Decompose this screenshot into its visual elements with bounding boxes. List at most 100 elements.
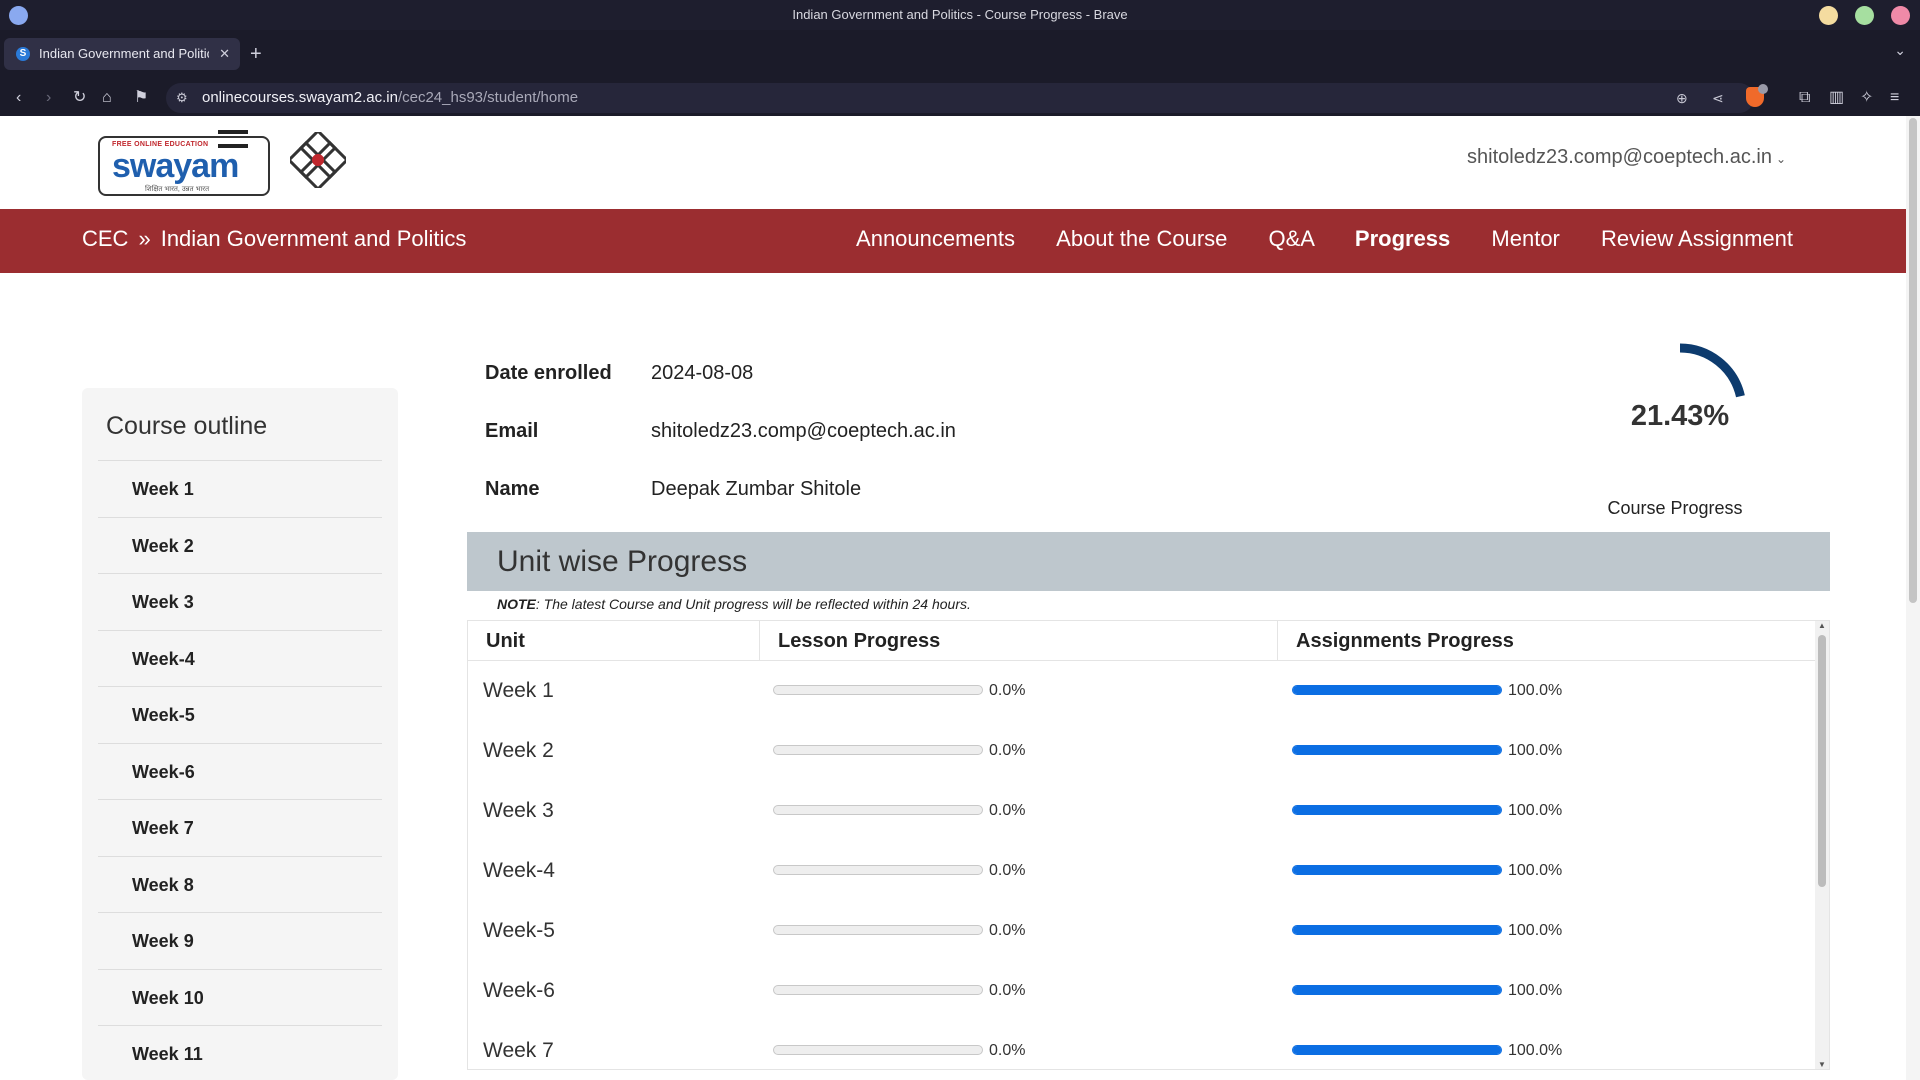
outline-item-week-2[interactable]: Week 2 [98, 516, 382, 574]
breadcrumb-course[interactable]: Indian Government and Politics [161, 226, 467, 251]
lesson-progress-bar [773, 865, 983, 875]
assignment-progress-value: 100.0% [1508, 682, 1563, 699]
leo-ai-icon[interactable]: ✧ [1860, 80, 1873, 116]
date-enrolled-label: Date enrolled [485, 362, 612, 384]
assignment-progress-bar [1292, 1045, 1502, 1055]
nav-qa[interactable]: Q&A [1269, 226, 1314, 251]
email-label: Email [485, 420, 539, 442]
assignment-progress-fill [1293, 866, 1501, 874]
row-unit: Week-4 [483, 859, 555, 882]
assignment-progress-value: 100.0% [1508, 1042, 1563, 1059]
swayam-favicon-icon: S [16, 47, 30, 61]
outline-item-week-6[interactable]: Week-6 [98, 742, 382, 800]
assignment-progress-bar [1292, 985, 1502, 995]
emblem-icon [290, 132, 346, 188]
nav-review-assignment[interactable]: Review Assignment [1601, 226, 1793, 251]
table-scrollbar[interactable]: ▲ ▼ [1815, 621, 1829, 1069]
outline-item-week-8[interactable]: Week 8 [98, 855, 382, 913]
share-icon[interactable]: ⋖ [1712, 83, 1724, 113]
zoom-icon[interactable]: ⊕ [1676, 83, 1688, 113]
page-scrollbar-thumb[interactable] [1909, 118, 1917, 603]
tab-close-icon[interactable]: ✕ [219, 38, 230, 70]
site-info-icon[interactable]: ⚙ [176, 83, 188, 113]
scroll-down-icon[interactable]: ▼ [1818, 1060, 1826, 1069]
assignment-progress-fill [1293, 926, 1501, 934]
new-tab-button[interactable]: + [250, 40, 262, 68]
col-lesson-progress: Lesson Progress [759, 621, 940, 661]
outline-item-week-7[interactable]: Week 7 [98, 799, 382, 856]
row-unit: Week-5 [483, 919, 555, 942]
tab-list-chevron-icon[interactable]: ⌄ [1894, 42, 1906, 59]
row-unit: Week 3 [483, 799, 554, 822]
address-bar[interactable]: ⚙ onlinecourses.swayam2.ac.in/cec24_hs93… [166, 83, 1754, 113]
progress-arc-fill [1679, 343, 1745, 398]
outline-item-week-5[interactable]: Week-5 [98, 686, 382, 743]
lesson-progress-value: 0.0% [989, 1042, 1026, 1059]
row-unit: Week 2 [483, 739, 554, 762]
row-unit: Week 1 [483, 679, 554, 702]
outline-item-week-10[interactable]: Week 10 [98, 968, 382, 1026]
nav-mentor[interactable]: Mentor [1491, 226, 1559, 251]
user-menu[interactable]: shitoledz23.comp@coeptech.ac.in ⌄ [1467, 146, 1786, 169]
assignment-progress-bar [1292, 925, 1502, 935]
lesson-progress-value: 0.0% [989, 742, 1026, 759]
course-progress-gauge: 21.43% Course Progress [1570, 340, 1790, 530]
nav-announcements[interactable]: Announcements [856, 226, 1015, 251]
url-text[interactable]: onlinecourses.swayam2.ac.in/cec24_hs93/s… [202, 83, 578, 113]
home-icon[interactable]: ⌂ [102, 80, 112, 116]
extensions-icon[interactable]: ⧉ [1799, 80, 1810, 116]
assignment-progress-value: 100.0% [1508, 742, 1563, 759]
close-window-button[interactable] [1891, 6, 1910, 25]
bookmark-icon[interactable]: ⚑ [134, 80, 148, 116]
assignment-progress-fill [1293, 1046, 1501, 1054]
logo-tagline: शिक्षित भारत, उन्नत भारत [145, 186, 210, 193]
menu-icon[interactable]: ≡ [1890, 80, 1899, 116]
chevron-down-icon: ⌄ [1775, 152, 1786, 166]
nav-about-course[interactable]: About the Course [1056, 226, 1227, 251]
assignment-progress-bar [1292, 685, 1502, 695]
logo-wordmark: swayam [112, 147, 239, 185]
forward-icon[interactable]: › [46, 80, 51, 116]
maximize-button[interactable] [1855, 6, 1874, 25]
scroll-up-icon[interactable]: ▲ [1818, 621, 1826, 630]
lesson-progress-bar [773, 805, 983, 815]
shields-badge [1758, 84, 1768, 94]
lesson-progress-bar [773, 925, 983, 935]
course-outline-title: Course outline [106, 412, 268, 440]
outline-item-week-4[interactable]: Week-4 [98, 629, 382, 687]
course-outline-list: Week 1 Week 2 Week 3 Week-4 Week-5 Week-… [98, 460, 382, 1080]
outline-item-week-9[interactable]: Week 9 [98, 912, 382, 969]
books-icon [218, 130, 248, 148]
date-enrolled-value: 2024-08-08 [651, 362, 754, 384]
assignment-progress-value: 100.0% [1508, 982, 1563, 999]
assignment-progress-bar [1292, 805, 1502, 815]
outline-item-week-3[interactable]: Week 3 [98, 573, 382, 630]
note-label: NOTE [497, 596, 536, 612]
assignment-progress-fill [1293, 986, 1501, 994]
swayam-logo[interactable]: FREE ONLINE EDUCATION swayam शिक्षित भार… [98, 130, 270, 196]
table-row: Week 3 0.0% 100.0% [468, 781, 1815, 841]
lesson-progress-value: 0.0% [989, 982, 1026, 999]
minimize-button[interactable] [1819, 6, 1838, 25]
assignment-progress-fill [1293, 746, 1501, 754]
reload-icon[interactable]: ↻ [73, 80, 86, 116]
outline-item-week-1[interactable]: Week 1 [98, 460, 382, 517]
outline-item-week-11[interactable]: Week 11 [98, 1025, 382, 1080]
page-scrollbar[interactable] [1906, 116, 1920, 1080]
note-text: : The latest Course and Unit progress wi… [535, 596, 971, 612]
assignment-progress-value: 100.0% [1508, 922, 1563, 939]
nav-progress[interactable]: Progress [1355, 226, 1450, 251]
course-nav-bar: CEC » Indian Government and Politics Annou… [0, 209, 1906, 273]
lesson-progress-bar [773, 745, 983, 755]
unit-progress-title: Unit wise Progress [497, 545, 748, 578]
course-nav-links: Announcements About the Course Q&A Progr… [821, 209, 1793, 269]
back-icon[interactable]: ‹ [16, 80, 21, 116]
lesson-progress-value: 0.0% [989, 922, 1026, 939]
site-header: FREE ONLINE EDUCATION swayam शिक्षित भार… [0, 116, 1906, 209]
progress-note: NOTE: The latest Course and Unit progres… [497, 596, 971, 612]
browser-tab[interactable]: S Indian Government and Politics - Cours… [4, 38, 240, 70]
tab-title: Indian Government and Politics - Course … [39, 46, 209, 61]
breadcrumb-root[interactable]: CEC [82, 226, 128, 251]
table-scrollbar-thumb[interactable] [1818, 635, 1826, 887]
sidebar-icon[interactable]: ▥ [1829, 80, 1844, 116]
